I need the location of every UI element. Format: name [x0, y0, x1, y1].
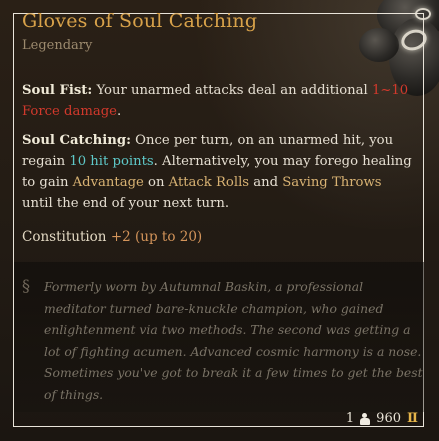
effect-text: .: [116, 104, 122, 119]
ability-bonus-value: +2: [110, 229, 131, 245]
item-effects: Soul Fist: Your unarmed attacks deal an …: [22, 80, 412, 222]
gold-coin-icon: Ⅱ: [407, 410, 418, 426]
effect-soul-fist: Soul Fist: Your unarmed attacks deal an …: [22, 80, 412, 122]
gold-value: 960: [376, 411, 401, 426]
effect-text: on: [143, 175, 169, 190]
weight-value: 1: [345, 411, 355, 426]
item-footer: 1 960 Ⅱ: [346, 411, 419, 426]
healing-value: 10 hit points: [69, 154, 154, 169]
effect-name: Soul Catching:: [22, 133, 131, 148]
item-name: Gloves of Soul Catching: [22, 10, 258, 32]
keyword-attack-rolls[interactable]: Attack Rolls: [169, 175, 249, 190]
weight-icon: [360, 412, 371, 425]
item-tooltip: Gloves of Soul Catching Legendary Soul F…: [0, 0, 439, 441]
keyword-saving-throws[interactable]: Saving Throws: [282, 175, 381, 190]
ability-name: Constitution: [22, 229, 107, 245]
effect-text: Your unarmed attacks deal an additional: [92, 83, 372, 98]
item-lore: Formerly worn by Autumnal Baskin, a prof…: [44, 279, 423, 402]
effect-soul-catching: Soul Catching: Once per turn, on an unar…: [22, 130, 412, 214]
keyword-advantage[interactable]: Advantage: [73, 175, 144, 190]
item-rarity: Legendary: [22, 38, 93, 53]
ability-cap: (up to 20): [135, 229, 203, 245]
effect-name: Soul Fist:: [22, 83, 93, 98]
lore-quill-icon: §: [22, 276, 30, 295]
ability-bonus: Constitution +2 (up to 20): [22, 229, 202, 245]
effect-text: until the end of your next turn.: [22, 196, 230, 211]
effect-text: and: [249, 175, 283, 190]
